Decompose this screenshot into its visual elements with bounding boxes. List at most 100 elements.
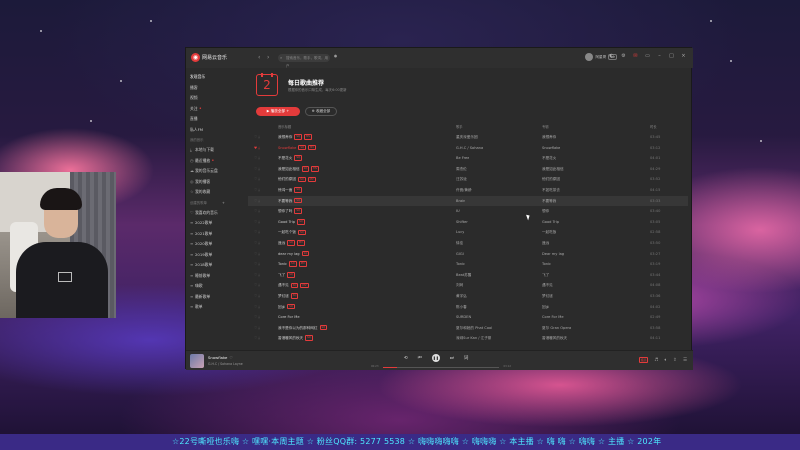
like-download-icons[interactable]: ♡ ⤓ xyxy=(254,333,260,344)
sidebar-playlist[interactable]: ≡ 2021歌单 xyxy=(190,229,241,240)
song-album[interactable]: 他们的原因 xyxy=(542,174,560,185)
song-artist[interactable]: SURDEN xyxy=(456,312,471,323)
sidebar-playlist[interactable]: ≡ 最新歌单 xyxy=(190,292,241,303)
back-arrow-icon[interactable]: ‹ xyxy=(258,54,260,61)
song-title[interactable]: 梦幻谜 SQ xyxy=(278,291,299,302)
song-tag-badge[interactable]: MV xyxy=(311,165,320,172)
song-artist[interactable]: Beat苏醒 xyxy=(456,270,471,281)
table-row[interactable]: ♡ ⤓ 我不是你以为的那种网红 SQ 夏尔和她的 Phat Cool 夏尔 Gran O… xyxy=(248,323,688,334)
song-album[interactable]: 一起吃饭 xyxy=(542,227,556,238)
settings-icon[interactable]: ⚙ xyxy=(620,53,627,59)
song-title[interactable]: 我是如此相信 SQ MV xyxy=(278,164,320,175)
like-download-icons[interactable]: ♡ ⤓ xyxy=(254,323,260,334)
sidebar-item-podcast[interactable]: 播客 xyxy=(190,83,241,94)
table-row[interactable]: ♡ ⤓ Core For Me SURDEN Core For Me 02:49 xyxy=(248,312,688,323)
collect-all-button[interactable]: ⊕ 收藏全部 xyxy=(305,107,337,116)
sidebar-item-fm[interactable]: 私人FM xyxy=(190,125,241,136)
like-download-icons[interactable]: ♡ ⤓ xyxy=(254,302,260,313)
song-title[interactable]: Tonic SQ MV xyxy=(278,259,307,270)
column-album[interactable]: 专辑 xyxy=(542,123,549,131)
table-row[interactable]: ♡ ⤓ 他们的原因 SQ MV 汪苏泷 他们的原因 03:52 xyxy=(248,174,688,185)
lyrics-icon[interactable]: 词 xyxy=(464,355,469,361)
sidebar-playlist[interactable]: ≡ 嗨歌 xyxy=(190,281,241,292)
song-title[interactable]: 不是花火 SQ xyxy=(278,153,303,164)
song-title[interactable]: Good Trip SQ xyxy=(278,217,305,228)
sound-effect-icon[interactable]: ♬ xyxy=(654,358,658,363)
table-row[interactable]: ♡ ⤓ 飞了 SQ Beat苏醒 飞了 03:44 xyxy=(248,270,688,281)
song-artist[interactable]: Lucy xyxy=(456,227,464,238)
song-artist[interactable]: 深圳Sur Kan / 江子期 xyxy=(456,333,491,344)
column-duration[interactable]: 时长 xyxy=(650,123,657,131)
song-artist[interactable]: 刘珂 xyxy=(456,280,463,291)
song-artist[interactable]: GIGI xyxy=(456,249,464,260)
like-download-icons[interactable]: ♡ ⤓ xyxy=(254,291,260,302)
like-download-icons[interactable]: ♡ ⤓ xyxy=(254,132,260,143)
song-title[interactable]: 飞了 SQ xyxy=(278,270,295,281)
like-download-icons[interactable]: ♡ ⤓ xyxy=(254,185,260,196)
song-title[interactable]: 遇不见 SQ MV xyxy=(278,280,309,291)
song-album[interactable]: 想你 xyxy=(542,206,549,217)
song-tag-badge[interactable]: MV xyxy=(308,144,317,151)
like-download-icons[interactable]: ♥ ⤓ xyxy=(254,143,260,154)
forward-arrow-icon[interactable]: › xyxy=(267,54,269,61)
song-title[interactable]: Core For Me xyxy=(278,312,300,323)
table-row[interactable]: ♡ ⤓ 惊鸿一面 SQ 许嵩/黄龄 不如吃茶去 04:15 xyxy=(248,185,688,196)
sidebar-playlist[interactable]: ≡ 2022歌单 xyxy=(190,218,241,229)
like-download-icons[interactable]: ♡ ⤓ xyxy=(254,164,260,175)
progress-track[interactable] xyxy=(383,366,499,368)
song-album[interactable]: Tonic xyxy=(542,259,551,270)
song-artist[interactable]: Be Free xyxy=(456,153,469,164)
progress-bar[interactable]: 00:23 03:12 xyxy=(371,365,511,369)
mail-icon[interactable]: ✉ xyxy=(632,53,639,59)
sidebar-playlist[interactable]: ≡ 2018歌单 xyxy=(190,260,241,271)
song-album[interactable]: 遥远 xyxy=(542,238,549,249)
quality-badge[interactable]: 极高 xyxy=(638,357,649,363)
song-artist[interactable]: Tonic xyxy=(456,259,465,270)
table-row[interactable]: ♡ ⤓ 一起吃个饭 SQ Lucy 一起吃饭 02:58 xyxy=(248,227,688,238)
search-input[interactable]: ⌕ 搜索音乐，歌手，歌词，用户 xyxy=(278,54,330,68)
sidebar-item-video[interactable]: 视频 xyxy=(190,93,241,104)
song-title[interactable]: 一起吃个饭 SQ xyxy=(278,227,306,238)
song-album[interactable]: 我想养你 xyxy=(542,132,556,143)
like-download-icons[interactable]: ♡ ⤓ xyxy=(254,270,260,281)
like-download-icons[interactable]: ♡ ⤓ xyxy=(254,174,260,185)
song-album[interactable]: Good Trip xyxy=(542,217,559,228)
song-artist[interactable]: G.H.C / Sohana xyxy=(456,143,483,154)
song-album[interactable]: 不如吃茶去 xyxy=(542,185,560,196)
like-download-icons[interactable]: ♡ ⤓ xyxy=(254,249,260,260)
like-download-icons[interactable]: ♡ ⤓ xyxy=(254,153,260,164)
song-album[interactable]: Dear my lag xyxy=(542,249,564,260)
table-row[interactable]: ♡ ⤓ dear my lag SQ GIGI Dear my lag 03:27 xyxy=(248,249,688,260)
song-artist[interactable]: 汪苏泷 xyxy=(456,174,467,185)
song-tag-badge[interactable]: MV xyxy=(296,240,305,246)
table-row[interactable]: ♡ ⤓ 遇不见 SQ MV 刘珂 遇不见 04:08 xyxy=(248,280,688,291)
sidebar-playlist[interactable]: ≡ 歌单 xyxy=(190,302,241,313)
song-title[interactable]: 我不是你以为的那种网红 SQ xyxy=(278,323,328,334)
table-row[interactable]: ♡ ⤓ Good Trip SQ Shifter Good Trip 03:05 xyxy=(248,217,688,228)
song-artist[interactable]: IU xyxy=(456,206,460,217)
like-download-icons[interactable]: ♡ ⤓ xyxy=(254,259,260,270)
song-tag-badge[interactable]: MV xyxy=(300,282,309,289)
add-playlist-icon[interactable]: + xyxy=(222,201,225,205)
song-album[interactable]: 遇不见 xyxy=(542,280,553,291)
song-album[interactable]: 回乡 xyxy=(542,302,549,313)
close-icon[interactable]: × xyxy=(680,53,687,59)
table-row[interactable]: ♡ ⤓ 我是如此相信 SQ MV 周杰伦 我是如此相信 04:29 xyxy=(248,164,688,175)
queue-icon[interactable]: ☰ xyxy=(683,358,687,363)
table-row[interactable]: ♡ ⤓ 不是花火 SQ Be Free 不是花火 04:01 xyxy=(248,153,688,164)
song-album[interactable]: 夏尔 Gran Opera xyxy=(542,323,571,334)
like-heart-icon[interactable]: ♡ xyxy=(229,355,232,360)
song-title[interactable]: dear my lag SQ xyxy=(278,249,310,260)
now-playing-artist[interactable]: G.H.C / Sohana Layne xyxy=(208,362,243,366)
pause-button[interactable]: ❚❚ xyxy=(431,354,440,362)
song-album[interactable]: 香港暖风的秋天 xyxy=(542,333,567,344)
song-artist[interactable]: 徐佳 xyxy=(456,238,463,249)
song-album[interactable]: Core For Me xyxy=(542,312,564,323)
sidebar-item-discover[interactable]: 发现音乐 xyxy=(190,72,241,83)
column-artist[interactable]: 歌手 xyxy=(456,123,463,131)
mic-icon[interactable]: ⏺ xyxy=(334,53,337,61)
song-artist[interactable]: Brain xyxy=(456,196,465,207)
song-title[interactable]: 惊鸿一面 SQ xyxy=(278,185,303,196)
song-title[interactable]: 回乡 SQ xyxy=(278,302,295,313)
like-download-icons[interactable]: ♡ ⤓ xyxy=(254,206,260,217)
